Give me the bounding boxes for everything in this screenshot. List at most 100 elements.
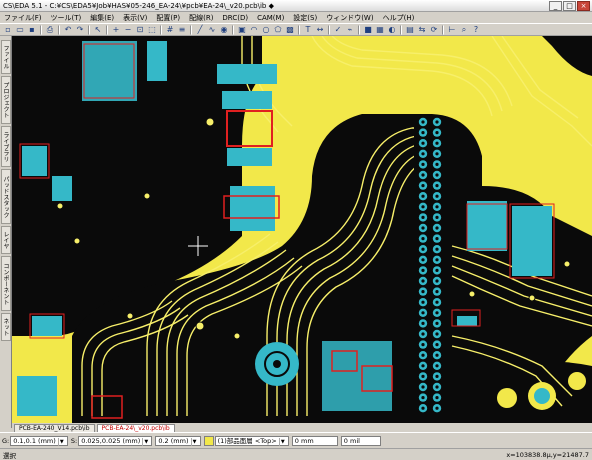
via-icon[interactable]: ◉ — [219, 25, 229, 35]
zoom-out-icon[interactable]: − — [123, 25, 133, 35]
open-icon[interactable]: ▭ — [15, 25, 25, 35]
new-icon[interactable]: ▫ — [3, 25, 13, 35]
toolbar-separator — [232, 24, 234, 35]
side-tab-3[interactable]: パッドスタック — [1, 169, 11, 224]
side-tab-1[interactable]: プロジェクト — [1, 76, 11, 124]
menu-item-1[interactable]: ツール(T) — [51, 13, 82, 23]
maximize-button[interactable]: □ — [563, 1, 576, 11]
width-value: 0.2 (mm) — [158, 436, 189, 445]
menu-item-5[interactable]: 配線(R) — [189, 13, 213, 23]
pad-drill-hole — [435, 215, 439, 219]
pad-drill-hole — [435, 247, 439, 251]
pad-drill-hole — [421, 290, 425, 294]
doc-tab-v20[interactable]: PCB-EA-24\_v20.pcb\ib — [96, 424, 175, 432]
toolbar-separator — [190, 24, 192, 35]
side-tab-4[interactable]: レイヤ — [1, 226, 11, 254]
circle-icon[interactable]: ○ — [261, 25, 271, 35]
pcb-canvas[interactable] — [12, 36, 592, 423]
pointer-icon[interactable]: ↖ — [93, 25, 103, 35]
flip-icon[interactable]: ⇆ — [417, 25, 427, 35]
copper-icon[interactable]: ▦ — [375, 25, 385, 35]
text-icon[interactable]: T — [303, 25, 313, 35]
menu-item-0[interactable]: ファイル(F) — [4, 13, 42, 23]
pad-drill-hole — [435, 226, 439, 230]
component-icon[interactable]: ▤ — [405, 25, 415, 35]
grid-value: 0.1,0.1 (mm) — [13, 436, 56, 445]
width-select[interactable]: 0.2 (mm) ▼ — [155, 435, 201, 446]
layer-select[interactable]: (1)部品面層 <Top> ▼ — [214, 435, 289, 446]
pad-drill-hole — [435, 184, 439, 188]
close-button[interactable]: × — [577, 1, 590, 11]
layer-icon[interactable]: ≡ — [177, 25, 187, 35]
line-icon[interactable]: ╱ — [195, 25, 205, 35]
grid-select[interactable]: 0.1,0.1 (mm) ▼ — [10, 435, 68, 446]
cursor-coords: x=103838.8μ,y=21487.7 — [506, 450, 589, 459]
measure-icon[interactable]: ⊢ — [447, 25, 457, 35]
y-input[interactable]: 0 mil — [340, 435, 381, 446]
poly-icon[interactable]: ⬠ — [273, 25, 283, 35]
pad-drill-hole — [435, 364, 439, 368]
pad-drill-hole — [421, 300, 425, 304]
menu-item-4[interactable]: 配置(P) — [156, 13, 180, 23]
pad-drill-hole — [435, 396, 439, 400]
large-pad — [255, 342, 299, 386]
connector-pads — [414, 116, 446, 416]
save-icon[interactable]: ▪ — [27, 25, 37, 35]
pad-drill-hole — [421, 311, 425, 315]
layer-value: (1)部品面層 <Top> — [217, 436, 277, 445]
pad-icon[interactable]: ▣ — [237, 25, 247, 35]
zoom-window-icon[interactable]: ⬚ — [147, 25, 157, 35]
grid-field: G: 0.1,0.1 (mm) ▼ — [2, 435, 68, 446]
toolbar-separator — [442, 24, 444, 35]
undo-icon[interactable]: ↶ — [63, 25, 73, 35]
menu-item-2[interactable]: 編集(E) — [90, 13, 114, 23]
snap-value: 0.025,0.025 (mm) — [81, 436, 141, 445]
drc-icon[interactable]: ✓ — [333, 25, 343, 35]
highlight-icon[interactable]: ◐ — [387, 25, 397, 35]
layer-color-icon[interactable]: ■ — [363, 25, 373, 35]
menu-item-7[interactable]: CAM(M) — [257, 14, 284, 22]
side-tab-0[interactable]: ファイル — [1, 40, 11, 74]
snap-select[interactable]: 0.025,0.025 (mm) ▼ — [78, 435, 153, 446]
menu-item-10[interactable]: ヘルプ(H) — [383, 13, 415, 23]
route-icon[interactable]: ∿ — [207, 25, 217, 35]
toolbar-separator — [358, 24, 360, 35]
pad-drill-hole — [435, 311, 439, 315]
pad-drill-hole — [421, 258, 425, 262]
pad-drill-hole — [435, 120, 439, 124]
pad-drill-hole — [435, 141, 439, 145]
pad-drill-hole — [421, 343, 425, 347]
search-icon[interactable]: ⌕ — [459, 25, 469, 35]
side-tab-5[interactable]: コンポーネント — [1, 256, 11, 311]
pad-drill-hole — [421, 131, 425, 135]
pad-drill-hole — [435, 385, 439, 389]
side-tab-2[interactable]: ライブラリ — [1, 126, 11, 167]
zoom-in-icon[interactable]: + — [111, 25, 121, 35]
grid-icon[interactable]: # — [165, 25, 175, 35]
chevron-down-icon: ▼ — [142, 437, 149, 446]
dimension-icon[interactable]: ↔ — [315, 25, 325, 35]
doc-tab-v14[interactable]: PCB-EA-240_V14.pcb\ib — [14, 424, 95, 432]
redo-icon[interactable]: ↷ — [75, 25, 85, 35]
pad-drill-hole — [435, 131, 439, 135]
width-field: 0.2 (mm) ▼ — [155, 435, 201, 446]
minimize-button[interactable]: _ — [549, 1, 562, 11]
print-icon[interactable]: ⎙ — [45, 25, 55, 35]
menu-item-8[interactable]: 設定(S) — [293, 13, 317, 23]
fill-icon[interactable]: ▩ — [285, 25, 295, 35]
x-field: 0 mm — [291, 435, 338, 446]
rotate-icon[interactable]: ⟳ — [429, 25, 439, 35]
menu-item-9[interactable]: ウィンドウ(W) — [326, 13, 373, 23]
net-icon[interactable]: ⌁ — [345, 25, 355, 35]
side-tab-6[interactable]: ネット — [1, 313, 11, 341]
help-icon[interactable]: ? — [471, 25, 481, 35]
zoom-fit-icon[interactable]: ⊡ — [135, 25, 145, 35]
menu-item-6[interactable]: DRC(D) — [222, 14, 248, 22]
pad-drill-hole — [435, 406, 439, 410]
x-input[interactable]: 0 mm — [291, 435, 338, 446]
arc-icon[interactable]: ◠ — [249, 25, 259, 35]
pad-drill-hole — [435, 300, 439, 304]
pad-drill-hole — [435, 374, 439, 378]
menu-item-3[interactable]: 表示(V) — [123, 13, 147, 23]
pad-drill-hole — [421, 406, 425, 410]
